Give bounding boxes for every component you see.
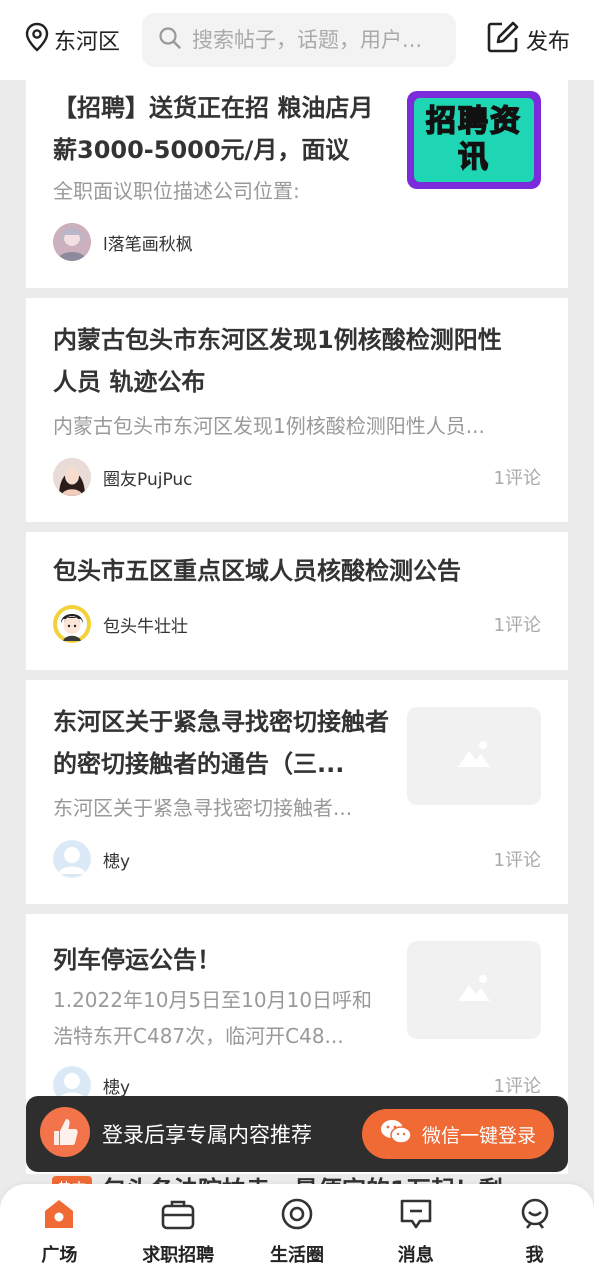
- publish-button[interactable]: 发布: [486, 20, 570, 60]
- post-title: 东河区关于紧急寻找密切接触者的密切接触者的通告（三...: [53, 708, 389, 778]
- tab-label: 广场: [41, 1245, 78, 1266]
- post-title: 内蒙古包头市东河区发现1例核酸检测阳性人员 轨迹公布: [53, 326, 502, 396]
- tab-messages[interactable]: 消息: [356, 1184, 475, 1280]
- comment-count: 1评论: [493, 1076, 541, 1097]
- post-meta: 包头牛壮壮 1评论: [53, 605, 541, 643]
- post-meta: l落笔画秋枫: [53, 223, 541, 261]
- tab-label: 我: [525, 1245, 544, 1266]
- post-card[interactable]: 【招聘】送货正在招 粮油店月薪3000-5000元/月，面议 全职面议职位描述公…: [26, 80, 568, 288]
- location-pin-icon: [24, 22, 50, 58]
- post-desc: 全职面议职位描述公司位置:: [53, 179, 300, 203]
- avatar[interactable]: [53, 605, 91, 643]
- author-name[interactable]: 圈友PujPuc: [103, 465, 193, 490]
- avatar[interactable]: [53, 223, 91, 261]
- comment-count: 1评论: [493, 615, 541, 636]
- author-name[interactable]: 包头牛壮壮: [103, 612, 188, 637]
- post-card[interactable]: 东河区关于紧急寻找密切接触者的密切接触者的通告（三... 东河区关于紧急寻找密切…: [26, 680, 568, 904]
- tab-label: 消息: [397, 1245, 434, 1266]
- search-icon: [158, 26, 182, 54]
- edit-icon: [486, 20, 520, 60]
- wechat-login-button[interactable]: 微信一键登录: [362, 1109, 554, 1159]
- post-title: 列车停运公告！: [53, 946, 221, 974]
- post-card[interactable]: 包头市五区重点区域人员核酸检测公告 包头牛壮壮 1评论: [26, 532, 568, 670]
- top-header: 东河区 发布: [0, 0, 594, 80]
- author-name[interactable]: 槵y: [103, 1073, 130, 1098]
- post-thumbnail: 招聘资讯: [407, 91, 541, 189]
- post-card[interactable]: 内蒙古包头市东河区发现1例核酸检测阳性人员 轨迹公布 内蒙古包头市东河区发现1例…: [26, 298, 568, 522]
- image-placeholder-icon: [456, 973, 492, 1007]
- tab-life-circle[interactable]: 生活圈: [238, 1184, 357, 1280]
- post-meta: 槵y 1评论: [53, 840, 541, 878]
- author-name[interactable]: l落笔画秋枫: [103, 230, 193, 255]
- post-desc: 1.2022年10月5日至10月10日呼和浩特东开C487次，临河开C48...: [53, 988, 373, 1048]
- avatar[interactable]: [53, 458, 91, 496]
- profile-icon: [517, 1197, 553, 1235]
- location-label: 东河区: [54, 30, 121, 55]
- wechat-icon: [380, 1118, 412, 1151]
- post-feed: 【招聘】送货正在招 粮油店月薪3000-5000元/月，面议 全职面议职位描述公…: [26, 80, 568, 1184]
- location-selector[interactable]: 东河区: [24, 22, 120, 58]
- publish-label: 发布: [525, 30, 570, 55]
- thumbnail-placeholder: [407, 941, 541, 1039]
- post-title: 包头市五区重点区域人员核酸检测公告: [53, 557, 461, 585]
- comment-count: 1评论: [493, 468, 541, 489]
- login-prompt-text: 登录后享专属内容推荐: [102, 1123, 312, 1147]
- thumbs-up-icon: [40, 1107, 90, 1161]
- tab-label: 求职招聘: [142, 1245, 215, 1266]
- login-prompt-bar: 登录后享专属内容推荐 微信一键登录: [26, 1096, 568, 1172]
- message-icon: [398, 1197, 434, 1235]
- thumbnail-placeholder: [407, 707, 541, 805]
- tab-label: 生活圈: [269, 1245, 324, 1266]
- post-desc: 内蒙古包头市东河区发现1例核酸检测阳性人员...: [53, 414, 485, 438]
- post-title: 【招聘】送货正在招 粮油店月薪3000-5000元/月，面议: [53, 94, 374, 164]
- tab-me[interactable]: 我: [475, 1184, 594, 1280]
- search-bar[interactable]: [142, 13, 457, 67]
- author-name[interactable]: 槵y: [103, 847, 130, 872]
- tab-jobs[interactable]: 求职招聘: [119, 1184, 238, 1280]
- tab-plaza[interactable]: 广场: [0, 1184, 119, 1280]
- briefcase-icon: [160, 1197, 196, 1235]
- post-desc: 东河区关于紧急寻找密切接触者...: [53, 796, 353, 820]
- post-meta: 圈友PujPuc 1评论: [53, 458, 541, 496]
- wechat-login-label: 微信一键登录: [421, 1124, 536, 1147]
- comment-count: 1评论: [493, 850, 541, 871]
- search-input[interactable]: [192, 28, 433, 52]
- home-icon: [41, 1197, 77, 1235]
- bottom-tab-bar: 广场 求职招聘 生活圈 消息 我: [0, 1184, 594, 1280]
- circle-target-icon: [279, 1197, 315, 1235]
- thumbnail-text: 招聘资讯: [414, 98, 534, 182]
- avatar[interactable]: [53, 840, 91, 878]
- image-placeholder-icon: [456, 739, 492, 773]
